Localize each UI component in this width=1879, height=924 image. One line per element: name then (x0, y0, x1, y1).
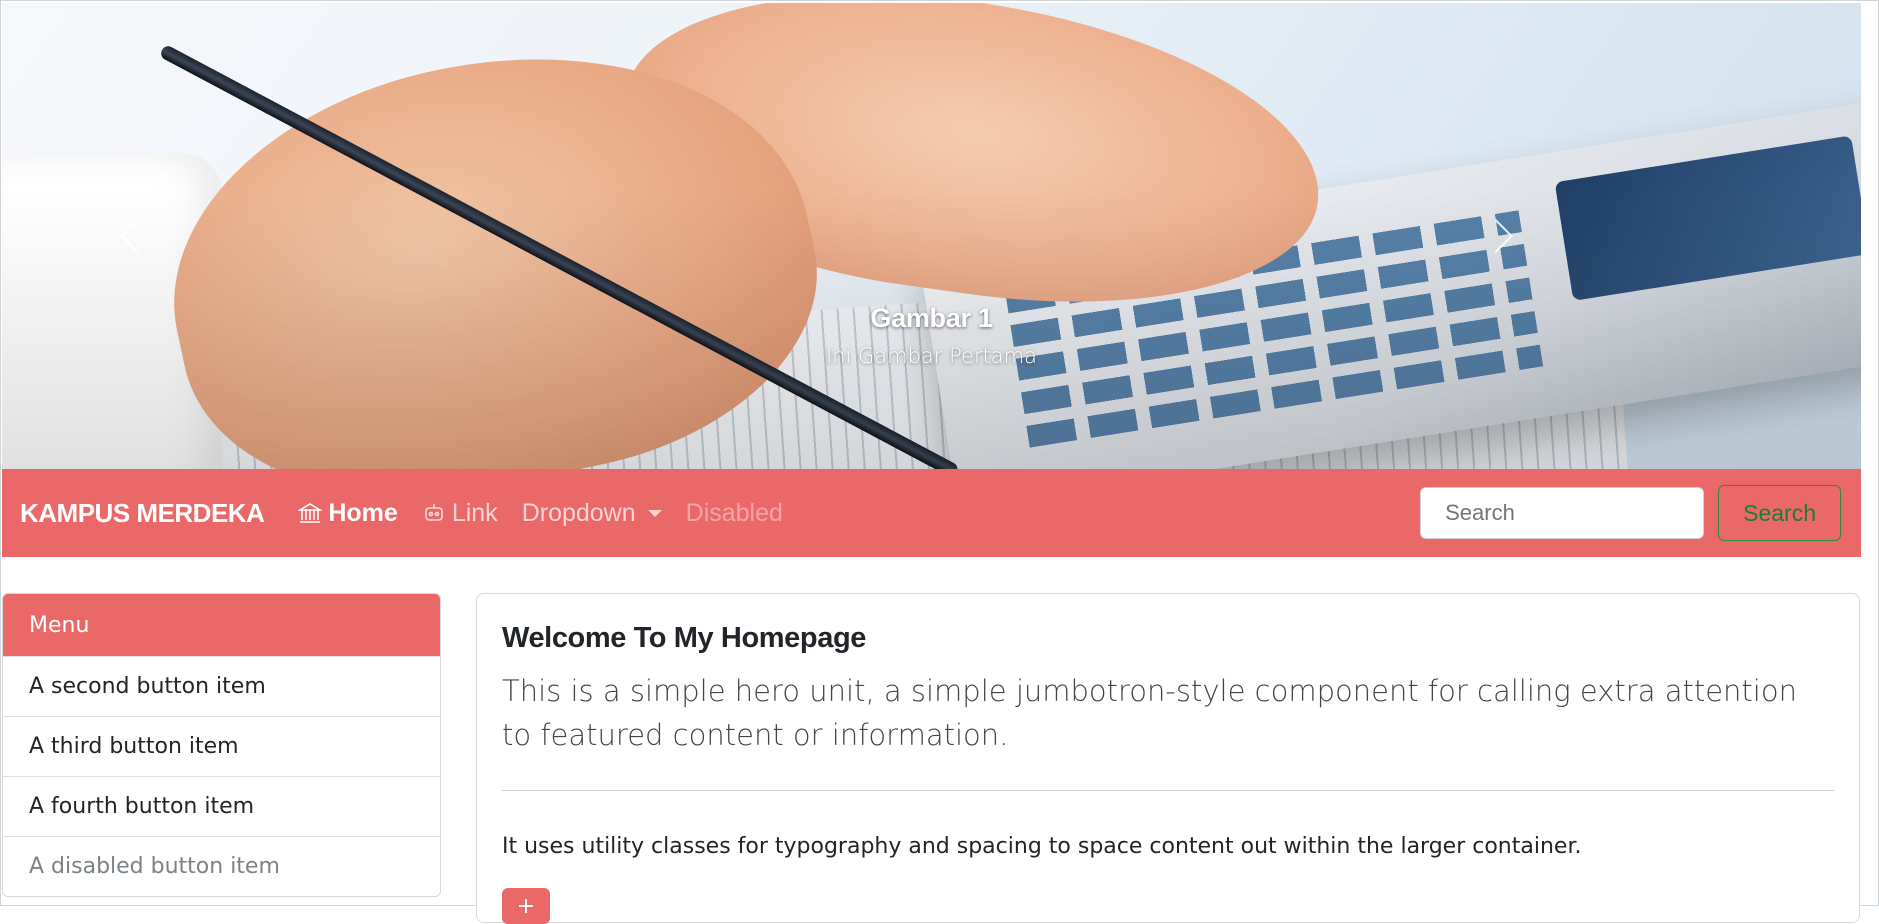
navbar-search-form: Search (1420, 485, 1841, 541)
nav-dropdown[interactable]: Dropdown (522, 499, 662, 528)
sidebar-item-menu[interactable]: Menu (3, 594, 440, 656)
jumbotron-card: Welcome To My Homepage This is a simple … (476, 593, 1860, 924)
nav-dropdown-label: Dropdown (521, 498, 636, 527)
nav-home[interactable]: Home (298, 498, 398, 528)
navbar-brand[interactable]: KAMPUS MERDEKA (20, 498, 265, 529)
chevron-right-icon (1479, 219, 1513, 253)
sidebar-menu: Menu A second button item A third button… (2, 593, 441, 897)
jumbotron-button[interactable]: + (502, 888, 550, 924)
navbar: KAMPUS MERDEKA Home Link Dropdown Disabl… (2, 469, 1861, 557)
sidebar-item-disabled: A disabled button item (3, 836, 440, 896)
divider (502, 790, 1834, 791)
nav-home-label: Home (328, 498, 398, 527)
search-input[interactable] (1420, 487, 1705, 539)
search-button[interactable]: Search (1718, 485, 1841, 541)
nav-links: Home Link Dropdown Disabled (298, 499, 783, 528)
robot-icon (425, 504, 443, 521)
plus-icon: + (516, 894, 536, 919)
jumbotron-lead: This is a simple hero unit, a simple jum… (502, 674, 1797, 752)
image-carousel: Gambar 1 Ini Gambar Pertama (2, 3, 1861, 469)
sidebar-item-third[interactable]: A third button item (3, 716, 440, 776)
chevron-left-icon (120, 219, 154, 253)
sidebar-item-fourth[interactable]: A fourth button item (3, 776, 440, 836)
nav-disabled: Disabled (686, 499, 783, 528)
jumbotron-title: Welcome To My Homepage (502, 622, 866, 654)
nav-link-label: Link (451, 498, 498, 527)
carousel-prev-button[interactable] (62, 3, 212, 469)
sidebar-item-second[interactable]: A second button item (3, 656, 440, 716)
jumbotron-body: It uses utility classes for typography a… (502, 834, 1582, 859)
nav-disabled-label: Disabled (685, 498, 783, 527)
caret-down-icon (647, 509, 662, 517)
carousel-caption-title: Gambar 1 (870, 303, 993, 333)
nav-link[interactable]: Link (422, 499, 498, 528)
carousel-caption-subtitle: Ini Gambar Pertama (825, 344, 1037, 368)
carousel-caption: Gambar 1 Ini Gambar Pertama (2, 303, 1861, 368)
carousel-next-button[interactable] (1421, 3, 1571, 469)
bank-icon (298, 503, 323, 523)
